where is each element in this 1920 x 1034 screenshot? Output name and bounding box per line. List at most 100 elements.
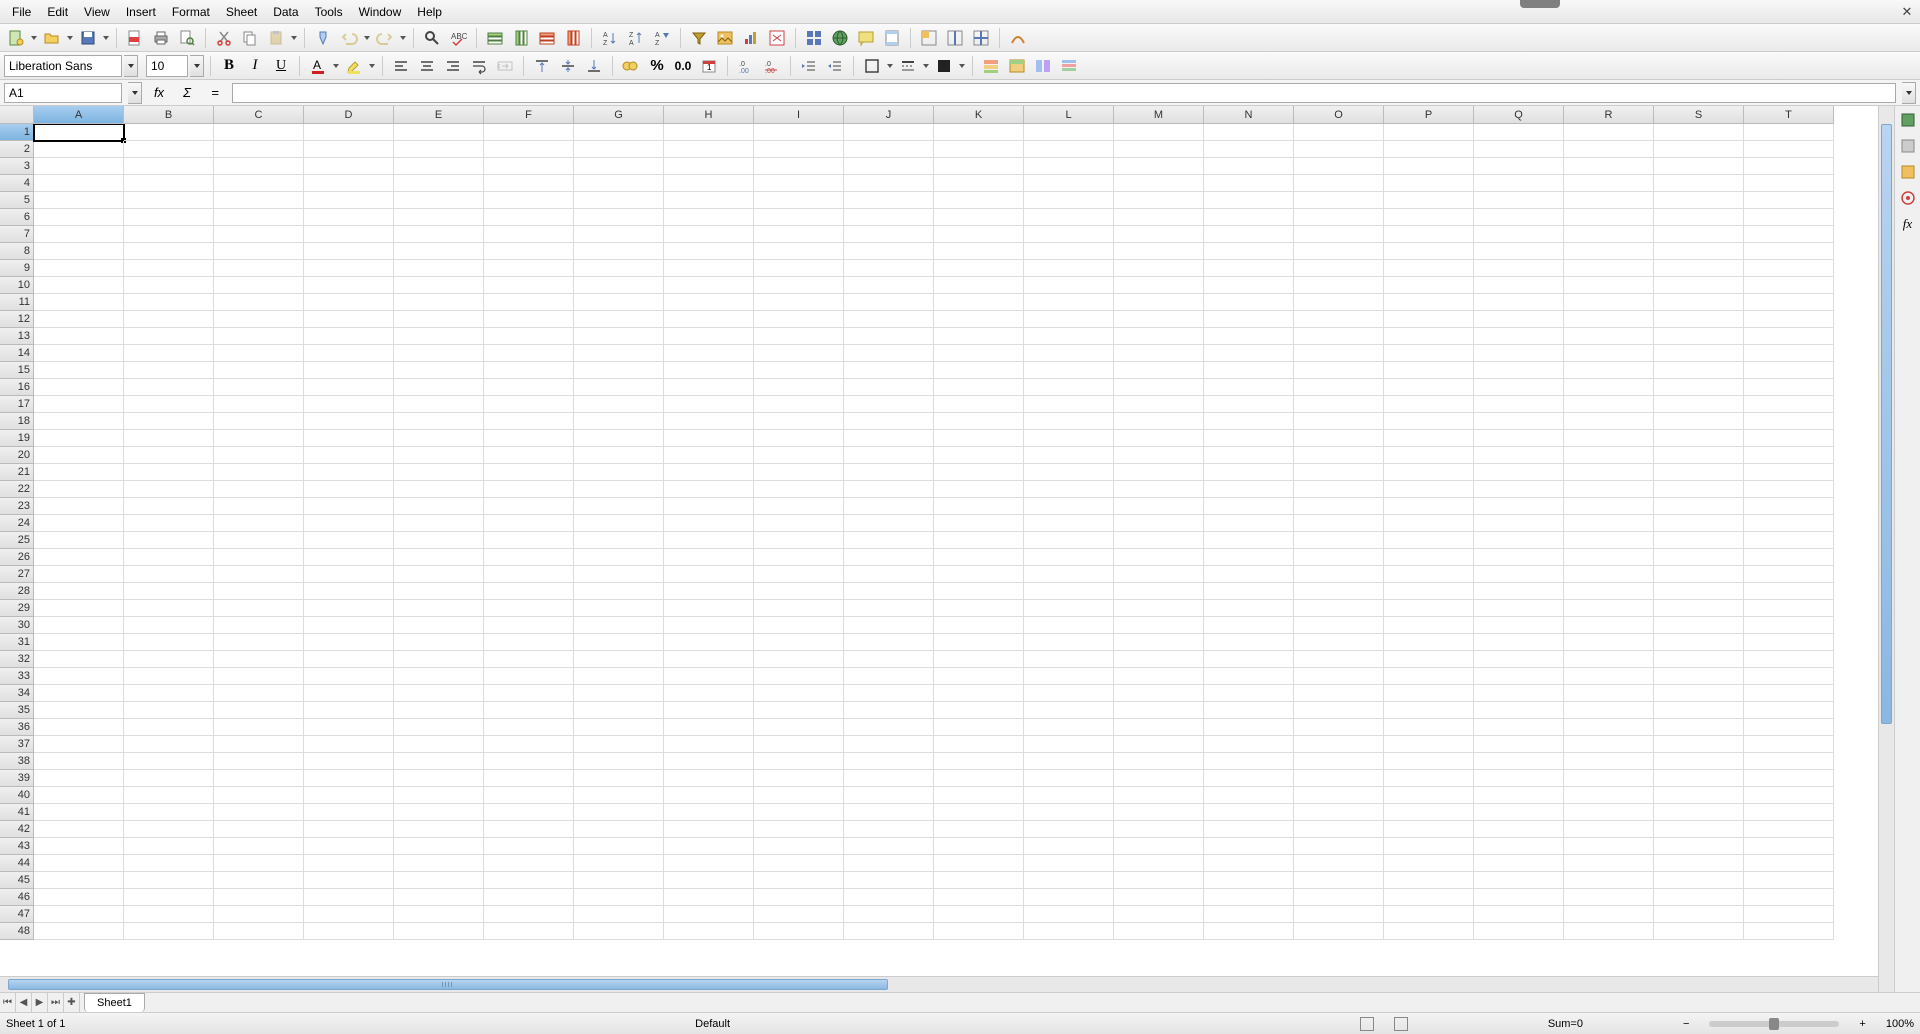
cell[interactable] — [1114, 158, 1204, 175]
cell[interactable] — [844, 566, 934, 583]
cell[interactable] — [574, 617, 664, 634]
cell[interactable] — [34, 617, 124, 634]
font-name-dropdown[interactable] — [124, 55, 138, 77]
cell[interactable] — [1294, 889, 1384, 906]
cond-format-button[interactable] — [979, 54, 1003, 78]
cell[interactable] — [1114, 124, 1204, 141]
cell[interactable] — [1204, 430, 1294, 447]
cell[interactable] — [664, 651, 754, 668]
cell[interactable] — [34, 566, 124, 583]
cell[interactable] — [1024, 753, 1114, 770]
cell[interactable] — [1384, 872, 1474, 889]
cell[interactable] — [574, 396, 664, 413]
cell[interactable] — [124, 549, 214, 566]
zoom-out-button[interactable]: − — [1683, 1018, 1689, 1030]
cell[interactable] — [214, 821, 304, 838]
cell[interactable] — [1114, 600, 1204, 617]
cell[interactable] — [1474, 634, 1564, 651]
cell[interactable] — [394, 532, 484, 549]
sidebar-functions-icon[interactable]: fx — [1898, 214, 1918, 234]
cell[interactable] — [34, 787, 124, 804]
cell[interactable] — [1384, 226, 1474, 243]
cell[interactable] — [1204, 447, 1294, 464]
cell[interactable] — [394, 277, 484, 294]
cell[interactable] — [1114, 311, 1204, 328]
cell[interactable] — [1474, 736, 1564, 753]
menu-insert[interactable]: Insert — [118, 2, 164, 22]
cell[interactable] — [484, 566, 574, 583]
cell[interactable] — [1204, 345, 1294, 362]
cell[interactable] — [1024, 311, 1114, 328]
cell[interactable] — [124, 464, 214, 481]
cell[interactable] — [574, 379, 664, 396]
cell[interactable] — [934, 294, 1024, 311]
cell[interactable] — [34, 294, 124, 311]
cell[interactable] — [1294, 124, 1384, 141]
cell[interactable] — [844, 600, 934, 617]
cell[interactable] — [304, 600, 394, 617]
cell[interactable] — [1204, 634, 1294, 651]
cell[interactable] — [664, 906, 754, 923]
cell[interactable] — [574, 668, 664, 685]
cell[interactable] — [124, 158, 214, 175]
cell[interactable] — [124, 447, 214, 464]
cell[interactable] — [1744, 362, 1834, 379]
cell[interactable] — [1024, 379, 1114, 396]
cell[interactable] — [664, 158, 754, 175]
cell[interactable] — [34, 600, 124, 617]
cell[interactable] — [304, 634, 394, 651]
cell[interactable] — [1564, 668, 1654, 685]
cell[interactable] — [34, 345, 124, 362]
cell[interactable] — [1564, 685, 1654, 702]
cell[interactable] — [1654, 787, 1744, 804]
cell[interactable] — [1204, 855, 1294, 872]
cell[interactable] — [214, 260, 304, 277]
cell[interactable] — [484, 855, 574, 872]
cell[interactable] — [1114, 464, 1204, 481]
cell[interactable] — [394, 549, 484, 566]
cell[interactable] — [754, 838, 844, 855]
col-header[interactable]: Q — [1474, 106, 1564, 124]
status-page-style[interactable]: Default — [695, 1018, 730, 1030]
cell[interactable] — [934, 702, 1024, 719]
cell[interactable] — [124, 889, 214, 906]
cell[interactable] — [664, 124, 754, 141]
pivot-button[interactable] — [765, 26, 789, 50]
percent-button[interactable]: % — [645, 54, 669, 78]
cell[interactable] — [664, 141, 754, 158]
cell[interactable] — [1114, 175, 1204, 192]
cell[interactable] — [34, 753, 124, 770]
cell[interactable] — [1654, 770, 1744, 787]
cell[interactable] — [214, 124, 304, 141]
cell[interactable] — [214, 192, 304, 209]
borders-dropdown[interactable] — [886, 64, 894, 68]
cell[interactable] — [1654, 277, 1744, 294]
cell[interactable] — [304, 906, 394, 923]
cell[interactable] — [754, 311, 844, 328]
cell[interactable] — [754, 379, 844, 396]
cell[interactable] — [484, 719, 574, 736]
cell[interactable] — [34, 821, 124, 838]
cell[interactable] — [934, 175, 1024, 192]
cell[interactable] — [1654, 634, 1744, 651]
cell[interactable] — [1204, 549, 1294, 566]
cell[interactable] — [304, 702, 394, 719]
cell[interactable] — [1654, 464, 1744, 481]
cell[interactable] — [214, 532, 304, 549]
cell[interactable] — [1564, 430, 1654, 447]
cell[interactable] — [1564, 243, 1654, 260]
cell[interactable] — [1654, 651, 1744, 668]
cell[interactable] — [844, 260, 934, 277]
cell[interactable] — [934, 634, 1024, 651]
cell[interactable] — [1114, 260, 1204, 277]
cell[interactable] — [1384, 583, 1474, 600]
cell[interactable] — [1204, 651, 1294, 668]
cell[interactable] — [1204, 583, 1294, 600]
cell[interactable] — [304, 294, 394, 311]
cell[interactable] — [1744, 770, 1834, 787]
cell[interactable] — [1564, 617, 1654, 634]
cell[interactable] — [1204, 787, 1294, 804]
row-header[interactable]: 36 — [0, 719, 34, 736]
cell[interactable] — [394, 736, 484, 753]
cell[interactable] — [484, 906, 574, 923]
